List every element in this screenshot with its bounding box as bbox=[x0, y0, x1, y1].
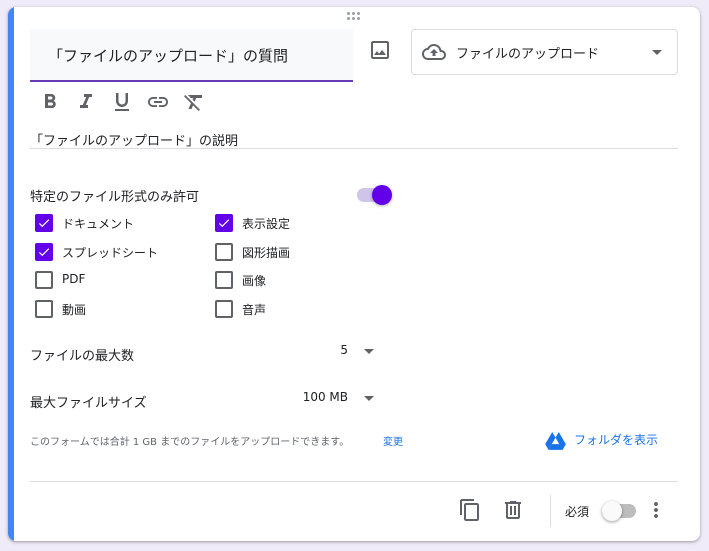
file-type-label: 音声 bbox=[242, 303, 267, 317]
chevron-down-icon bbox=[652, 50, 662, 55]
file-type-document[interactable]: ドキュメント bbox=[35, 212, 185, 234]
checkbox-checked[interactable] bbox=[35, 243, 53, 261]
checkbox-unchecked[interactable] bbox=[215, 271, 233, 289]
drag-handle-icon[interactable] bbox=[345, 12, 361, 22]
restrict-file-types-toggle[interactable] bbox=[357, 185, 392, 205]
file-type-presentation[interactable]: 表示設定 bbox=[215, 212, 365, 234]
restrict-file-types-label: 特定のファイル形式のみ許可 bbox=[30, 190, 200, 205]
footer-separator bbox=[550, 495, 551, 527]
max-size-dropdown[interactable]: 100 MB bbox=[288, 387, 374, 409]
file-type-label: PDF bbox=[62, 272, 86, 286]
image-icon[interactable] bbox=[368, 38, 392, 62]
max-size-value: 100 MB bbox=[302, 390, 348, 404]
active-question-indicator bbox=[8, 7, 14, 541]
max-size-label: 最大ファイルサイズ bbox=[30, 396, 147, 411]
question-description-text: 「ファイルのアップロード」の説明 bbox=[30, 134, 239, 149]
file-type-label: スプレッドシート bbox=[62, 246, 159, 260]
checkbox-unchecked[interactable] bbox=[35, 271, 53, 289]
more-vert-icon[interactable] bbox=[644, 498, 668, 522]
max-files-dropdown[interactable]: 5 bbox=[308, 340, 374, 362]
file-type-pdf[interactable]: PDF bbox=[35, 269, 185, 291]
google-drive-icon bbox=[545, 432, 566, 450]
link-icon[interactable] bbox=[146, 90, 170, 114]
footer-divider bbox=[30, 481, 678, 482]
underline-icon[interactable] bbox=[110, 90, 134, 114]
file-type-spreadsheet[interactable]: スプレッドシート bbox=[35, 241, 185, 263]
file-type-video[interactable]: 動画 bbox=[35, 298, 185, 320]
checkbox-unchecked[interactable] bbox=[35, 300, 53, 318]
change-quota-link[interactable]: 変更 bbox=[383, 433, 403, 448]
question-type-dropdown[interactable]: ファイルのアップロード bbox=[411, 29, 678, 75]
checkbox-checked[interactable] bbox=[35, 214, 53, 232]
required-label: 必須 bbox=[565, 505, 590, 519]
file-type-label: ドキュメント bbox=[62, 217, 135, 231]
trash-icon[interactable] bbox=[501, 498, 525, 522]
file-type-label: 動画 bbox=[62, 303, 87, 317]
max-files-value: 5 bbox=[340, 343, 348, 357]
file-type-drawing[interactable]: 図形描画 bbox=[215, 241, 365, 263]
bold-icon[interactable] bbox=[38, 90, 62, 114]
chevron-down-icon bbox=[364, 396, 374, 401]
view-folder-label: フォルダを表示 bbox=[574, 433, 659, 447]
max-files-label: ファイルの最大数 bbox=[30, 349, 135, 364]
file-type-label: 表示設定 bbox=[242, 217, 291, 231]
question-description-field[interactable]: 「ファイルのアップロード」の説明 bbox=[30, 123, 678, 149]
upload-quota-text: このフォームでは合計 1 GB までのファイルをアップロードできます。 bbox=[30, 437, 350, 448]
question-card: 「ファイルのアップロード」の質問 ファイルのアップロード 「ファイルのアップロー bbox=[8, 7, 700, 541]
chevron-down-icon bbox=[364, 349, 374, 354]
duplicate-icon[interactable] bbox=[458, 498, 482, 522]
checkbox-unchecked[interactable] bbox=[215, 300, 233, 318]
file-type-label: 画像 bbox=[242, 274, 267, 288]
file-type-audio[interactable]: 音声 bbox=[215, 298, 365, 320]
file-type-label: 図形描画 bbox=[242, 246, 291, 260]
file-type-image[interactable]: 画像 bbox=[215, 269, 365, 291]
question-title-text: 「ファイルのアップロード」の質問 bbox=[48, 47, 289, 65]
required-toggle[interactable] bbox=[602, 501, 636, 521]
question-title-field[interactable]: 「ファイルのアップロード」の質問 bbox=[30, 29, 353, 82]
checkbox-unchecked[interactable] bbox=[215, 243, 233, 261]
cloud-upload-icon bbox=[422, 44, 446, 60]
question-type-label: ファイルのアップロード bbox=[456, 47, 600, 62]
italic-icon[interactable] bbox=[74, 90, 98, 114]
clear-formatting-icon[interactable] bbox=[182, 90, 206, 114]
checkbox-checked[interactable] bbox=[215, 214, 233, 232]
